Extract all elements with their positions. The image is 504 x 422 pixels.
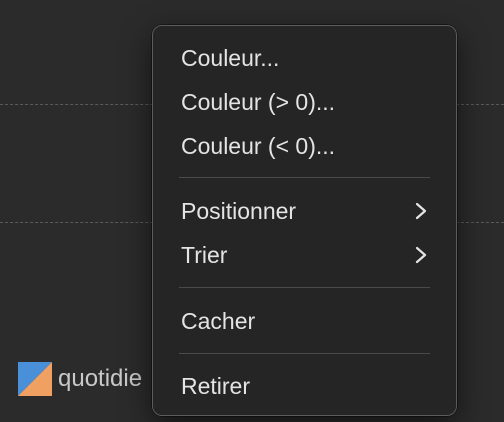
menu-item-trier[interactable]: Trier xyxy=(153,235,456,275)
menu-item-label: Couleur (< 0)... xyxy=(181,132,336,159)
menu-separator xyxy=(179,353,430,354)
chevron-right-icon xyxy=(415,246,427,264)
menu-separator xyxy=(179,177,430,178)
menu-item-couleur-negative[interactable]: Couleur (< 0)... xyxy=(153,126,456,166)
menu-item-label: Retirer xyxy=(181,372,251,399)
context-menu: Couleur... Couleur (> 0)... Couleur (< 0… xyxy=(152,25,457,416)
menu-item-label: Couleur (> 0)... xyxy=(181,88,336,115)
legend-label: quotidie xyxy=(58,365,143,392)
menu-item-retirer[interactable]: Retirer xyxy=(153,366,456,406)
legend-item-quotidien[interactable]: quotidie xyxy=(18,362,142,396)
menu-separator xyxy=(179,287,430,288)
chevron-right-icon xyxy=(415,202,427,220)
menu-item-label: Trier xyxy=(181,241,228,268)
menu-item-label: Positionner xyxy=(181,197,297,224)
menu-item-couleur[interactable]: Couleur... xyxy=(153,38,456,78)
menu-item-positionner[interactable]: Positionner xyxy=(153,191,456,231)
menu-item-couleur-positive[interactable]: Couleur (> 0)... xyxy=(153,82,456,122)
menu-item-label: Cacher xyxy=(181,307,256,334)
legend-swatch-icon xyxy=(18,362,52,396)
menu-item-label: Couleur... xyxy=(181,44,280,71)
menu-item-cacher[interactable]: Cacher xyxy=(153,301,456,341)
